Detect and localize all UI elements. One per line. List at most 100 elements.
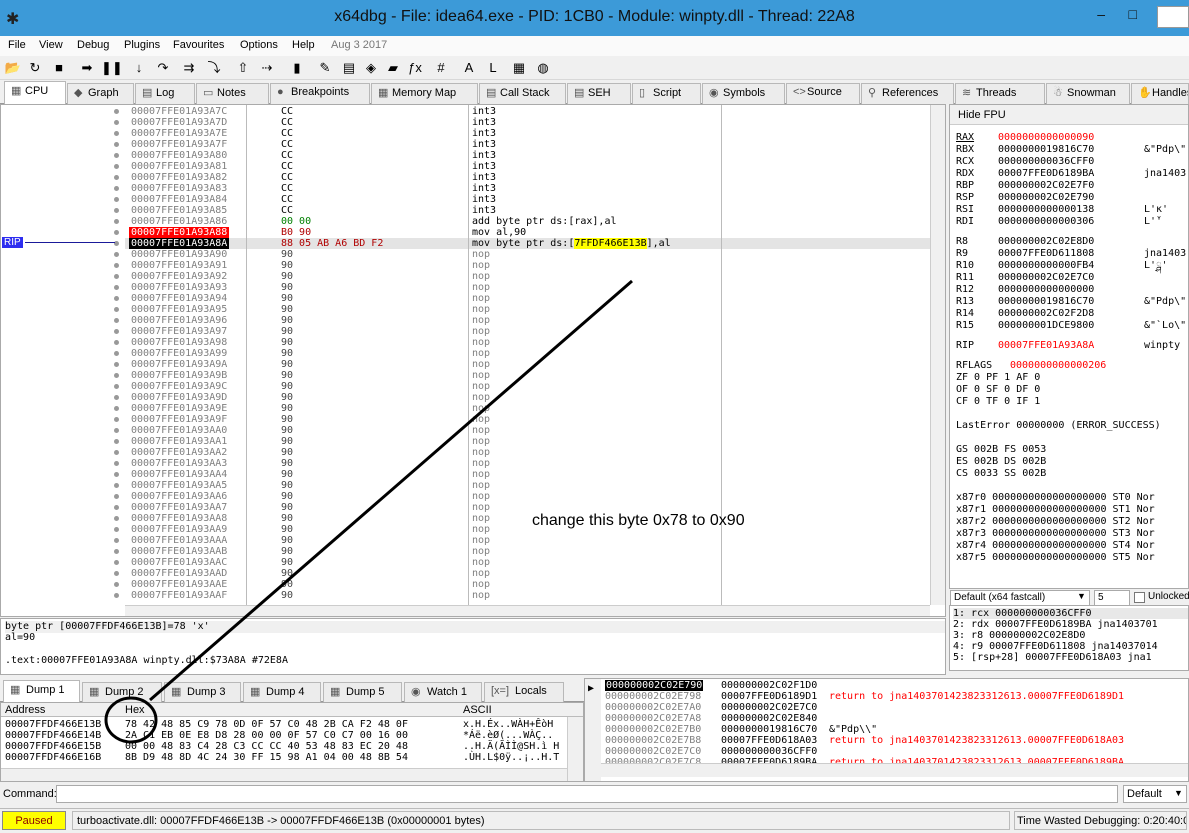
register-value[interactable]: 0000000000000138 [998, 204, 1144, 215]
tab-watch-1[interactable]: ◉ Watch 1 [404, 682, 482, 703]
flags-row[interactable]: OF 0 SF 0 DF 0 [956, 384, 1040, 395]
tab-script[interactable]: ▯ Script [632, 83, 701, 104]
segment-row[interactable]: GS 002B FS 0053 [956, 444, 1046, 455]
rflags-row[interactable]: RFLAGS 0000000000000206 [956, 360, 1106, 371]
tab-seh[interactable]: ▤ SEH [567, 83, 631, 104]
dump-row[interactable]: 00007FFDF466E14B 2A C1 EB 0E E8 D8 28 00 … [1, 730, 567, 741]
breakpoint-dot[interactable] [114, 527, 119, 532]
breakpoint-dot[interactable] [114, 593, 119, 598]
stack-view[interactable]: ▶ 000000002C02E790 000000002C02F1D0 000000… [584, 678, 1189, 782]
register-value[interactable]: 000000002C02E7F0 [998, 180, 1144, 191]
breakpoint-dot[interactable] [114, 351, 119, 356]
register-row[interactable]: RSP 000000002C02E790 [956, 192, 1144, 203]
register-value[interactable]: 000000002C02E8D0 [998, 236, 1144, 247]
breakpoint-dot[interactable] [114, 296, 119, 301]
segment-row[interactable]: CS 0033 SS 002B [956, 468, 1046, 479]
breakpoint-dot[interactable] [114, 406, 119, 411]
minimize-button[interactable]: – [1097, 6, 1105, 22]
argument-row[interactable]: 1: rcx 000000000036CFF0 [953, 608, 1188, 619]
register-row[interactable]: RAX 0000000000000090 [956, 132, 1144, 143]
flags-row[interactable]: CF 0 TF 0 IF 1 [956, 396, 1040, 407]
fpu-row[interactable]: x87r1 0000000000000000000 ST1 Nor [956, 504, 1155, 515]
breakpoint-dot[interactable] [114, 373, 119, 378]
register-row[interactable]: R15 000000001DCE9800 &"`Lo\" [956, 320, 1186, 331]
address-column-header[interactable]: Address [5, 704, 45, 716]
trace-over-icon[interactable]: ⤵ [205, 59, 223, 77]
breakpoint-dot[interactable] [114, 164, 119, 169]
argument-count-spinner[interactable]: 5 [1094, 590, 1130, 606]
fpu-row[interactable]: x87r3 0000000000000000000 ST3 Nor [956, 528, 1155, 539]
disassembly-view[interactable]: RIP 00007FFE01A93A7C CC int3 00007FFE01A93A… [0, 104, 946, 617]
breakpoint-dot[interactable] [114, 318, 119, 323]
rflags-value[interactable]: 0000000000000206 [1010, 360, 1106, 371]
stack-value[interactable]: 000000000036CFF0 [721, 746, 817, 757]
stack-horizontal-scrollbar[interactable] [601, 763, 1188, 777]
tab-dump-3[interactable]: ▦ Dump 3 [164, 682, 241, 703]
breakpoint-dot[interactable] [114, 109, 119, 114]
tab-log[interactable]: ▤ Log [135, 83, 195, 104]
breakpoint-dot[interactable] [114, 230, 119, 235]
tab-source[interactable]: <>Source [786, 83, 860, 104]
stack-value[interactable]: 00007FFE0D6189D1 [721, 691, 817, 702]
breakpoint-dot[interactable] [114, 274, 119, 279]
stack-row[interactable]: 000000002C02E7A0 000000002C02E7C0 [603, 702, 1188, 713]
register-value[interactable]: 0000000000000306 [998, 216, 1144, 227]
stack-row[interactable]: 000000002C02E7A8 000000002C02E840 [603, 713, 1188, 724]
stack-value[interactable]: 000000002C02F1D0 [721, 680, 817, 691]
breakpoint-dot[interactable] [114, 131, 119, 136]
breakpoint-dot[interactable] [114, 197, 119, 202]
fpu-row[interactable]: x87r4 0000000000000000000 ST4 Nor [956, 540, 1155, 551]
register-value[interactable]: 0000000019816C70 [998, 296, 1144, 307]
fpu-row[interactable]: x87r2 0000000000000000000 ST2 Nor [956, 516, 1155, 527]
strings-icon[interactable]: A [460, 59, 478, 77]
breakpoint-dot[interactable] [114, 252, 119, 257]
segment-row[interactable]: ES 002B DS 002B [956, 456, 1046, 467]
tab-threads[interactable]: ≋ Threads [955, 83, 1045, 104]
stack-value[interactable]: 000000002C02E7C0 [721, 702, 817, 713]
register-row[interactable]: RBP 000000002C02E7F0 [956, 180, 1144, 191]
hash-icon[interactable]: # [432, 59, 450, 77]
breakpoint-dot[interactable] [114, 329, 119, 334]
breakpoint-dot[interactable] [114, 417, 119, 422]
breakpoint-dot[interactable] [114, 461, 119, 466]
tab-symbols[interactable]: ◉ Symbols [702, 83, 785, 104]
breakpoint-dot[interactable] [114, 549, 119, 554]
breakpoint-dot[interactable] [114, 538, 119, 543]
argument-row[interactable]: 3: r8 000000002C02E8D0 [953, 630, 1085, 641]
tab-call-stack[interactable]: ▤ Call Stack [479, 83, 566, 104]
run-icon[interactable]: ➡ [78, 59, 96, 77]
dump-hex[interactable]: 2A C1 EB 0E E8 D8 28 00 00 0F 57 C0 C7 0… [125, 730, 408, 741]
play-icon[interactable]: ▶ [588, 683, 594, 694]
breakpoint-dot[interactable] [114, 516, 119, 521]
ascii-column-header[interactable]: ASCII [463, 704, 492, 716]
breakpoint-dot[interactable] [114, 450, 119, 455]
breakpoint-dot[interactable] [114, 340, 119, 345]
breakpoint-dot[interactable] [114, 571, 119, 576]
register-row[interactable]: R9 00007FFE0D611808 jna1403 [956, 248, 1186, 259]
menu-help[interactable]: Help [292, 39, 315, 51]
register-row[interactable]: R11 000000002C02E7C0 [956, 272, 1144, 283]
dump-row[interactable]: 00007FFDF466E16B 8B D9 48 8D 4C 24 30 FF … [1, 752, 567, 763]
menu-debug[interactable]: Debug [77, 39, 109, 51]
stack-value[interactable]: 0000000019816C70 [721, 724, 817, 735]
register-value[interactable]: 00007FFE01A93A8A [998, 340, 1144, 351]
menu-file[interactable]: File [8, 39, 26, 51]
breakpoint-dot[interactable] [114, 483, 119, 488]
help-icon[interactable]: ◍ [534, 59, 552, 77]
breakpoint-dot[interactable] [114, 428, 119, 433]
trace-into-icon[interactable]: ⇉ [180, 59, 198, 77]
tab-dump-2[interactable]: ▦ Dump 2 [82, 682, 162, 703]
stack-value[interactable]: 000000002C02E840 [721, 713, 817, 724]
breakpoint-dot[interactable] [114, 505, 119, 510]
restart-icon[interactable]: ↻ [26, 59, 44, 77]
tab-handles[interactable]: ✋Handles [1131, 83, 1189, 104]
dump-vertical-scrollbar[interactable] [567, 717, 583, 781]
breakpoint-dot[interactable] [114, 384, 119, 389]
command-input[interactable] [56, 785, 1118, 803]
patch-icon[interactable]: ✎ [316, 59, 334, 77]
disassembly-horizontal-scrollbar[interactable] [125, 605, 930, 616]
menu-options[interactable]: Options [240, 39, 278, 51]
breakpoint-dot[interactable] [114, 263, 119, 268]
disassembly-vertical-scrollbar[interactable] [930, 105, 945, 605]
breakpoint-dot[interactable] [114, 582, 119, 587]
